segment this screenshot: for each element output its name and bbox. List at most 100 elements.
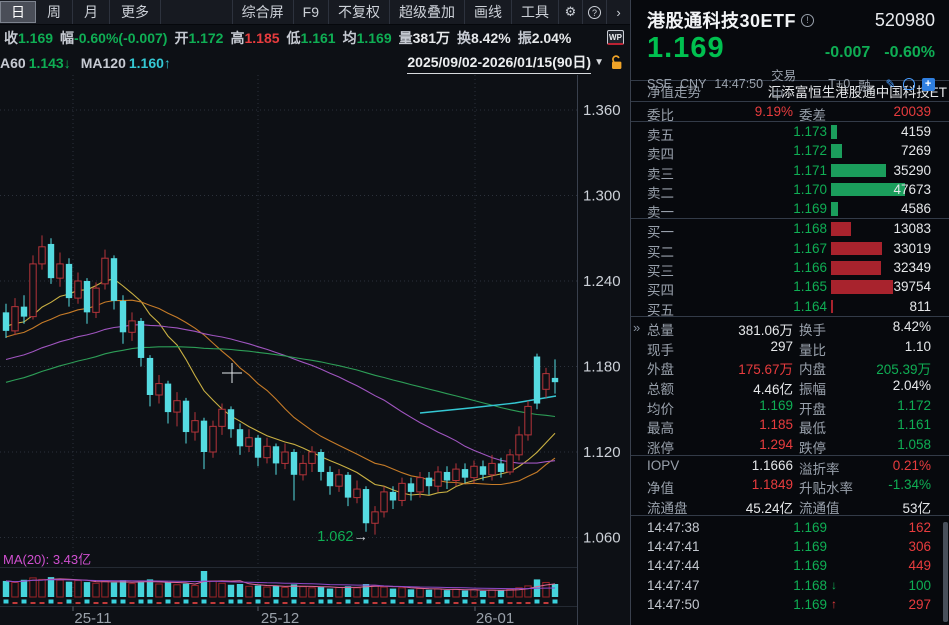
margin-badge: 融 [858, 75, 871, 94]
ask-row[interactable]: 卖一1.1694586 [631, 199, 949, 218]
menu-item-F9[interactable]: F9 [293, 0, 328, 24]
weibi-label: 委比 [647, 104, 674, 124]
tick-scrollbar[interactable] [943, 522, 948, 622]
svg-text:25-12: 25-12 [261, 610, 299, 625]
ma-indicator-bar: A60 1.143↓ MA120 1.160↑ 2025/09/02-2026/… [0, 50, 630, 75]
toolbar-menu: 综合屏F9不复权超级叠加画线工具 [232, 0, 558, 24]
bid-volume: 33019 [893, 241, 931, 256]
ask-price[interactable]: 1.173 [751, 124, 827, 139]
security-code: 520980 [875, 10, 935, 31]
bid-price[interactable]: 1.167 [751, 241, 827, 256]
svg-text:25-11: 25-11 [74, 610, 111, 625]
stat-row: 外盘175.67万内盘205.39万 [631, 356, 949, 376]
ask-price[interactable]: 1.172 [751, 143, 827, 158]
quote-振: 振2.04% [518, 28, 572, 48]
help-icon[interactable]: ? [582, 0, 606, 24]
quote-summary-bar: 收1.169幅-0.60%(-0.007)开1.172高1.185低1.161均… [0, 25, 630, 50]
tick-arrow-icon: ↓ [831, 578, 837, 592]
stat-row: 流通盘45.24亿流通值53亿 [631, 495, 949, 515]
trading-terminal: 日周月更多 综合屏F9不复权超级叠加画线工具 ⚙ ? › 收1.169幅-0.6… [0, 0, 949, 625]
ask-depth-bar [831, 144, 842, 158]
quote-收: 收1.169 [4, 28, 53, 48]
stats-block-2: IOPV1.1666溢折率0.21%净值1.1849升贴水率-1.34%流通盘4… [631, 456, 949, 515]
ask-row[interactable]: 卖二1.17047673 [631, 180, 949, 199]
quote-header: 港股通科技30ETF ! 520980 1.169 -0.007 -0.60% … [631, 0, 949, 81]
bid-depth-bar [831, 300, 833, 314]
bid-depth-bar [831, 242, 882, 256]
wp-plugin-icon[interactable]: WP [607, 30, 624, 45]
quote-均: 均1.169 [343, 28, 392, 48]
bid-row[interactable]: 买三1.16632349 [631, 258, 949, 277]
ask-row[interactable]: 卖三1.17135290 [631, 161, 949, 180]
menu-item-不复权[interactable]: 不复权 [328, 0, 389, 24]
ma60-value: 1.143↓ [29, 55, 71, 71]
ma60-label: A60 [0, 55, 26, 71]
bid-volume: 39754 [893, 279, 931, 294]
quote-换: 换8.42% [457, 28, 511, 48]
candlestick-chart[interactable]: 1.3601.3001.2401.1801.1201.06025-1125-12… [0, 75, 630, 625]
alert-bell-icon[interactable] [902, 77, 916, 91]
date-range-selector[interactable]: 2025/09/02-2026/01/15(90日) [407, 52, 591, 74]
menu-item-工具[interactable]: 工具 [511, 0, 558, 24]
last-price: 1.169 [647, 33, 725, 64]
menu-item-超级叠加[interactable]: 超级叠加 [389, 0, 464, 24]
bid-volume: 32349 [893, 260, 931, 275]
bid-row[interactable]: 买一1.16813083 [631, 219, 949, 238]
bid-price[interactable]: 1.166 [751, 260, 827, 275]
tick-row: 14:47:471.168↓100 [631, 576, 949, 595]
bid-depth-bar [831, 222, 851, 236]
stat-row: 总额4.46亿振幅2.04% [631, 376, 949, 396]
ask-price[interactable]: 1.171 [751, 163, 827, 178]
ask-book: 卖五1.1734159卖四1.1727269卖三1.17135290卖二1.17… [631, 122, 949, 218]
ask-price[interactable]: 1.170 [751, 182, 827, 197]
tab-period-月[interactable]: 月 [73, 0, 110, 24]
toolbar: 日周月更多 综合屏F9不复权超级叠加画线工具 ⚙ ? › [0, 0, 630, 25]
unlock-icon[interactable] [610, 55, 624, 70]
add-watchlist-icon[interactable]: + [921, 77, 935, 91]
weibi-row: 委比 9.19% 委差 20039 [631, 102, 949, 122]
edit-note-icon[interactable]: ✎ [884, 77, 898, 91]
bid-depth-bar [831, 280, 893, 294]
info-icon[interactable]: ! [801, 14, 814, 27]
stats-block-1: 总量381.06万换手8.42%现手297量比1.10外盘175.67万内盘20… [631, 317, 949, 455]
svg-text:1.240: 1.240 [583, 273, 621, 290]
tab-period-日[interactable]: 日 [0, 1, 36, 23]
stat-row: 最高1.185最低1.161 [631, 415, 949, 435]
tick-row: 14:47:411.169306 [631, 537, 949, 556]
settings-gear-icon[interactable]: ⚙ [558, 0, 582, 24]
chevron-down-icon[interactable]: ▼ [594, 57, 604, 68]
ask-row[interactable]: 卖五1.1734159 [631, 122, 949, 141]
stat-row: 总量381.06万换手8.42% [631, 317, 949, 337]
stat-row: 涨停1.294跌停1.058 [631, 435, 949, 455]
ask-row[interactable]: 卖四1.1727269 [631, 141, 949, 160]
stat-row: IOPV1.1666溢折率0.21% [631, 456, 949, 476]
svg-text:1.360: 1.360 [583, 102, 621, 119]
tab-period-周[interactable]: 周 [36, 0, 73, 24]
svg-text:1.060: 1.060 [583, 530, 621, 547]
price-change-pct: -0.60% [884, 44, 935, 62]
ask-volume: 4586 [901, 201, 931, 216]
stat-row: 现手297量比1.10 [631, 337, 949, 357]
ma120-value: 1.160↑ [129, 55, 171, 71]
ask-depth-bar [831, 164, 886, 178]
tick-arrow-icon: ↑ [831, 597, 837, 611]
svg-text:1.300: 1.300 [583, 188, 621, 205]
security-name: 港股通科技30ETF [647, 7, 796, 33]
market-status: 交易中 [771, 65, 805, 103]
ask-volume: 35290 [893, 163, 931, 178]
bid-row[interactable]: 买二1.16733019 [631, 239, 949, 258]
bid-price[interactable]: 1.168 [751, 221, 827, 236]
bid-row[interactable]: 买四1.16539754 [631, 277, 949, 296]
bid-row[interactable]: 买五1.164811 [631, 297, 949, 316]
exchange-label: SSE [647, 77, 672, 91]
menu-item-画线[interactable]: 画线 [464, 0, 511, 24]
expand-panel-icon[interactable]: » [633, 320, 640, 335]
toolbar-more-chevron-icon[interactable]: › [606, 0, 630, 24]
menu-item-综合屏[interactable]: 综合屏 [232, 0, 293, 24]
bid-depth-bar [831, 261, 881, 275]
ask-price[interactable]: 1.169 [751, 201, 827, 216]
tab-period-更多[interactable]: 更多 [110, 0, 161, 24]
weicha-value: 20039 [861, 104, 931, 119]
bid-price[interactable]: 1.165 [751, 279, 827, 294]
bid-price[interactable]: 1.164 [751, 299, 827, 314]
